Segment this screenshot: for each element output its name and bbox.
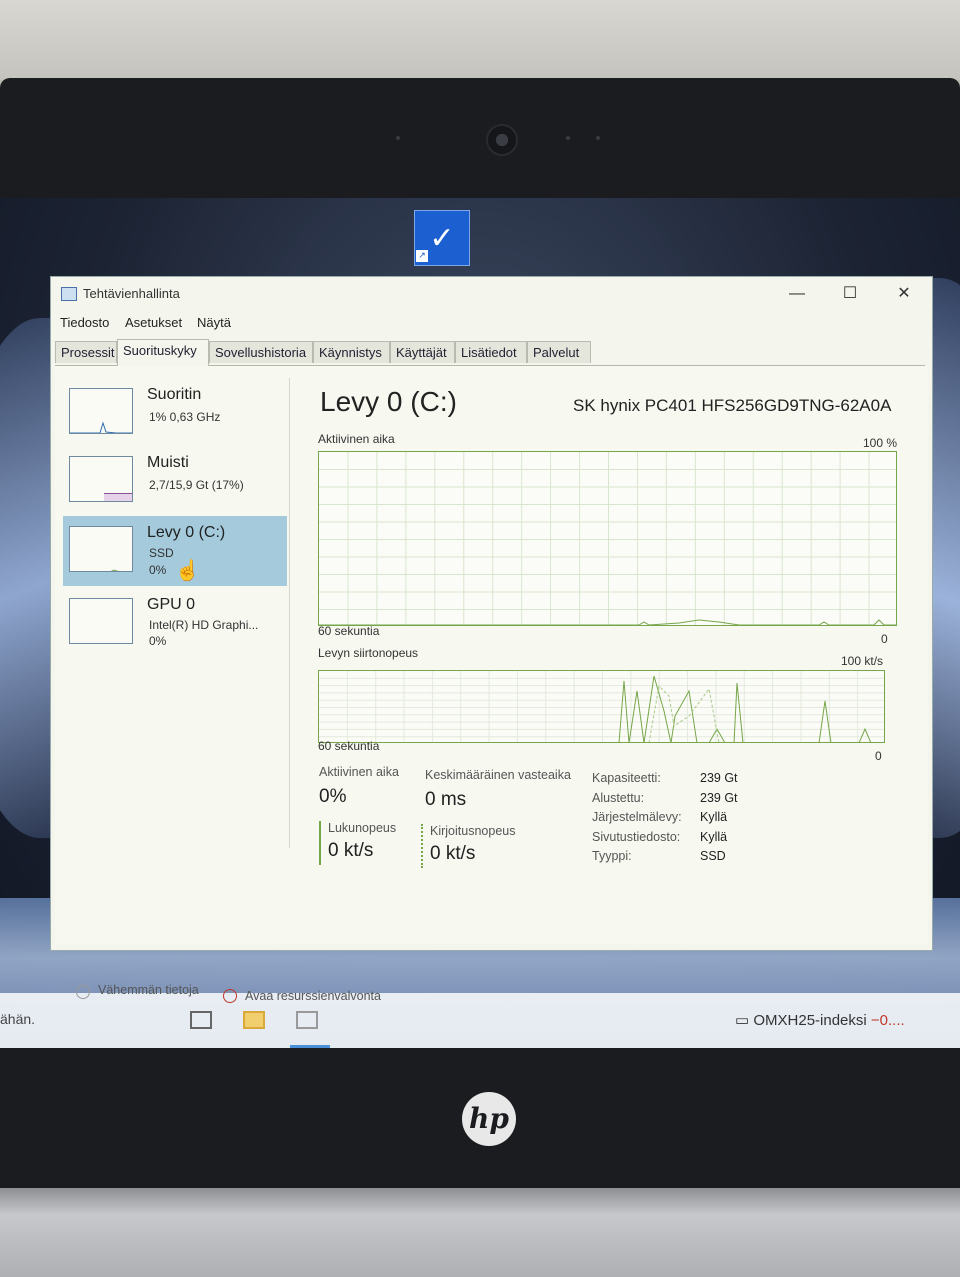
transfer-rate-graph-min: 0	[875, 749, 882, 763]
task-view-icon[interactable]	[190, 1011, 212, 1029]
property-value: SSD	[700, 849, 726, 863]
sidebar-item-memory[interactable]: Muisti 2,7/15,9 Gt (17%)	[63, 446, 287, 516]
property-key: Tyyppi:	[592, 849, 632, 863]
read-speed-label: Lukunopeus	[328, 821, 397, 835]
hp-logo: hp	[462, 1092, 516, 1146]
tab-strip: Prosessit Suorituskyky Sovellushistoria …	[55, 339, 925, 366]
laptop-base	[0, 1188, 960, 1277]
response-time-label: Keskimääräinen vasteaika	[425, 768, 571, 782]
resource-monitor-icon[interactable]	[223, 989, 237, 1003]
webcam	[486, 124, 518, 156]
sidebar-item-label: Suoritin	[147, 386, 202, 403]
menu-bar: Tiedosto Asetukset Näytä	[51, 313, 932, 335]
response-time-value: 0 ms	[425, 789, 467, 810]
fewer-details-link[interactable]: Vähemmän tietoja	[98, 983, 199, 997]
task-manager-taskbar-icon[interactable]	[296, 1011, 318, 1029]
sidebar-item-gpu[interactable]: GPU 0 Intel(R) HD Graphi... 0%	[63, 588, 287, 658]
active-time-graph-label: Aktiivinen aika	[318, 432, 395, 446]
sidebar-item-detail: SSD	[149, 546, 174, 560]
maximize-button[interactable]: ☐	[830, 281, 870, 307]
title-bar[interactable]: Tehtävienhallinta — ☐ ✕	[51, 277, 932, 311]
tab-processes[interactable]: Prosessit	[55, 341, 117, 363]
news-icon: ▭	[735, 1012, 750, 1029]
sidebar-item-label: Levy 0 (C:)	[147, 524, 226, 541]
sensor-dot	[596, 136, 600, 140]
file-explorer-icon[interactable]	[243, 1011, 265, 1029]
menu-options[interactable]: Asetukset	[125, 315, 182, 330]
memory-thumbnail-graph	[69, 456, 133, 502]
tab-details[interactable]: Lisätiedot	[455, 341, 527, 363]
tab-users[interactable]: Käyttäjät	[390, 341, 455, 363]
gpu-thumbnail-graph	[69, 598, 133, 644]
sidebar-item-disk-0[interactable]: Levy 0 (C:) SSD 0% ☝	[63, 516, 287, 586]
mouse-cursor-icon: ☝	[175, 560, 200, 582]
property-key: Alustettu:	[592, 791, 645, 805]
disk-title: Levy 0 (C:)	[320, 386, 457, 417]
menu-view[interactable]: Näytä	[197, 315, 231, 330]
read-speed-value: 0 kt/s	[328, 840, 374, 861]
chevron-up-icon[interactable]	[76, 985, 90, 999]
transfer-rate-graph-label: Levyn siirtonopeus	[318, 646, 419, 660]
sidebar-item-detail: 2,7/15,9 Gt (17%)	[149, 478, 244, 492]
read-speed-indicator	[319, 821, 321, 865]
active-time-label: Aktiivinen aika	[319, 765, 399, 779]
tab-app-history[interactable]: Sovellushistoria	[209, 341, 313, 363]
open-resource-monitor-link[interactable]: Avaa resurssienvalvonta	[245, 989, 381, 1003]
active-time-graph-max: 100 %	[863, 436, 898, 450]
taskbar-search-text[interactable]: ähän.	[0, 1011, 35, 1027]
cpu-thumbnail-graph	[69, 388, 133, 434]
menu-file[interactable]: Tiedosto	[60, 315, 109, 330]
task-manager-window: Tehtävienhallinta — ☐ ✕ Tiedosto Asetuks…	[51, 277, 932, 1003]
property-key: Järjestelmälevy:	[592, 810, 682, 824]
property-key: Kapasiteetti:	[592, 771, 661, 785]
sensor-dot	[396, 136, 400, 140]
stock-widget[interactable]: ▭ OMXH25-indeksi −0....	[735, 1011, 905, 1029]
sidebar-item-detail: 1% 0,63 GHz	[149, 410, 221, 424]
property-key: Sivutustiedosto:	[592, 830, 681, 844]
active-time-value: 0%	[319, 786, 347, 807]
sidebar-item-detail: Intel(R) HD Graphi...	[149, 618, 259, 632]
sidebar-item-label: Muisti	[147, 454, 189, 471]
sensor-dot	[566, 136, 570, 140]
stock-name: OMXH25-indeksi	[753, 1012, 867, 1029]
sidebar-item-usage: 0%	[149, 634, 167, 648]
transfer-rate-graph	[318, 670, 885, 743]
window-title: Tehtävienhallinta	[83, 286, 180, 301]
sidebar-divider	[289, 378, 290, 848]
disk-model: SK hynix PC401 HFS256GD9TNG-62A0A	[573, 396, 892, 415]
property-value: Kyllä	[700, 830, 728, 844]
write-speed-value: 0 kt/s	[430, 843, 476, 864]
stock-change: −0....	[870, 1012, 905, 1029]
task-manager-icon	[61, 287, 77, 301]
write-speed-label: Kirjoitusnopeus	[430, 824, 516, 838]
shortcut-arrow-icon: ↗	[416, 250, 428, 262]
tab-performance[interactable]: Suorituskyky	[117, 339, 209, 366]
sidebar-item-label: GPU 0	[147, 596, 196, 613]
property-value: Kyllä	[700, 810, 728, 824]
active-time-graph-min: 0	[881, 632, 888, 646]
close-button[interactable]: ✕	[884, 281, 924, 307]
transfer-rate-graph-timespan: 60 sekuntia	[318, 739, 380, 753]
property-value: 239 Gt	[700, 791, 738, 805]
sidebar-item-cpu[interactable]: Suoritin 1% 0,63 GHz	[63, 378, 287, 448]
tab-services[interactable]: Palvelut	[527, 341, 591, 363]
active-time-graph-timespan: 60 sekuntia	[318, 624, 380, 638]
active-time-graph	[318, 451, 897, 626]
property-value: 239 Gt	[700, 771, 738, 785]
transfer-rate-graph-max: 100 kt/s	[841, 654, 884, 668]
taskbar: ähän. ▭ OMXH25-indeksi −0....	[0, 993, 960, 1048]
performance-panel: Suoritin 1% 0,63 GHz Muisti 2,7/15,9 Gt …	[55, 366, 928, 1003]
sidebar-item-usage: 0%	[149, 563, 167, 577]
tab-startup[interactable]: Käynnistys	[313, 341, 390, 363]
disk-thumbnail-graph	[69, 526, 133, 572]
background-wall	[0, 0, 960, 80]
write-speed-indicator	[421, 824, 425, 868]
minimize-button[interactable]: —	[777, 281, 817, 307]
